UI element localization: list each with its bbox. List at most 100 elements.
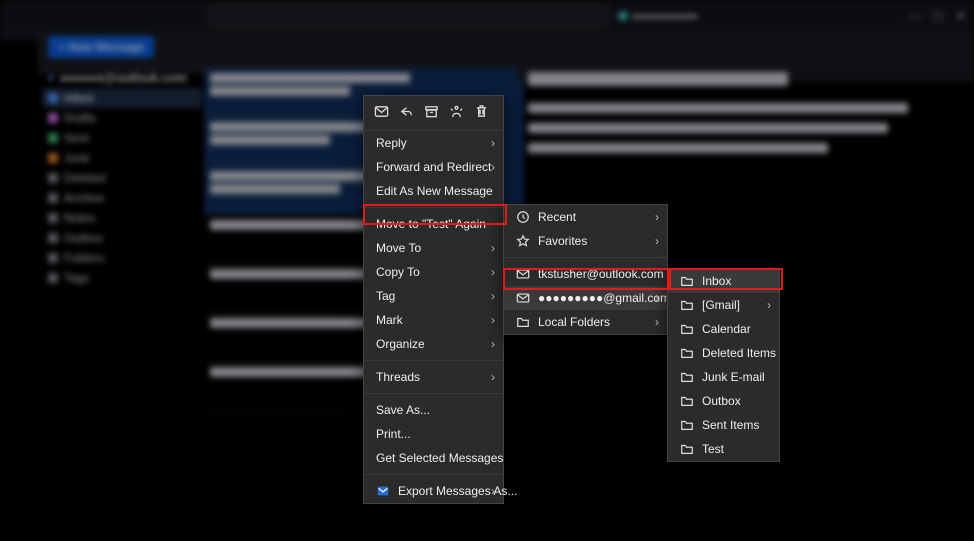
folder-folders[interactable]: Folders	[42, 248, 202, 268]
folder-archive[interactable]: Archive	[42, 188, 202, 208]
menu-item-label: Junk E-mail	[702, 370, 765, 384]
clock-icon	[516, 210, 530, 224]
folder-tags[interactable]: Tags	[42, 268, 202, 288]
avatar-icon	[618, 11, 628, 21]
export-icon	[376, 484, 390, 498]
folder-item--gmail-[interactable]: [Gmail] ›	[668, 293, 779, 317]
folder-item-inbox[interactable]: Inbox	[668, 269, 779, 293]
menu-item-label: Calendar	[702, 322, 751, 336]
menu-item-label: Recent	[538, 210, 576, 224]
account-folders-submenu[interactable]: Inbox [Gmail] › Calendar Deleted Items Junk E…	[667, 268, 780, 462]
ctx-item-move-to-test-again[interactable]: Move to "Test" Again	[364, 212, 503, 236]
menu-item-label: Threads	[376, 370, 420, 384]
menu-item-label: Outbox	[702, 394, 741, 408]
archive-icon[interactable]	[424, 104, 439, 122]
chevron-right-icon: ›	[655, 210, 659, 224]
folder-icon	[516, 315, 530, 329]
ctx-item-print-[interactable]: Print...	[364, 422, 503, 446]
folder-deleted[interactable]: Deleted	[42, 168, 202, 188]
ctx-item-edit-as-new-message[interactable]: Edit As New Message	[364, 179, 503, 203]
chevron-right-icon: ›	[491, 313, 495, 327]
moveto-item--gmail-com[interactable]: ●●●●●●●●●@gmail.com›	[504, 286, 667, 310]
folder-outbox[interactable]: Outbox	[42, 228, 202, 248]
reply-icon[interactable]	[399, 104, 414, 122]
chevron-right-icon: ›	[491, 337, 495, 351]
mail-icon	[516, 291, 530, 305]
menu-item-label: Favorites	[538, 234, 587, 248]
folder-item-sent-items[interactable]: Sent Items	[668, 413, 779, 437]
menu-item-label: Mark	[376, 313, 403, 327]
folder-item-deleted-items[interactable]: Deleted Items	[668, 341, 779, 365]
chevron-right-icon: ›	[491, 370, 495, 384]
ctx-item-get-selected-messages[interactable]: Get Selected Messages	[364, 446, 503, 470]
reading-pane	[518, 62, 974, 82]
folder-drafts[interactable]: Drafts	[42, 108, 202, 128]
folder-icon	[680, 274, 694, 288]
ctx-item-save-as-[interactable]: Save As...	[364, 398, 503, 422]
mark-unread-icon[interactable]	[374, 104, 389, 122]
menu-item-label: Move to "Test" Again	[376, 217, 486, 231]
separator	[364, 360, 503, 361]
menu-item-label: Deleted Items	[702, 346, 776, 360]
chevron-right-icon: ›	[767, 298, 771, 312]
chevron-right-icon: ›	[655, 315, 659, 329]
separator	[364, 474, 503, 475]
separator	[364, 393, 503, 394]
maximize-button[interactable]: ▢	[933, 9, 944, 23]
minimize-button[interactable]: —	[909, 9, 921, 23]
folder-notes[interactable]: Notes	[42, 208, 202, 228]
ctx-item-threads[interactable]: Threads ›	[364, 365, 503, 389]
activity-bar	[0, 32, 38, 40]
moveto-item-recent[interactable]: Recent ›	[504, 205, 667, 229]
close-button[interactable]: ✕	[956, 9, 966, 23]
message-list	[198, 62, 530, 74]
menu-item-label: Print...	[376, 427, 411, 441]
chevron-right-icon: ›	[491, 484, 495, 498]
menu-item-label: Save As...	[376, 403, 430, 417]
folder-item-outbox[interactable]: Outbox	[668, 389, 779, 413]
folder-icon	[680, 442, 694, 456]
folder-icon	[680, 346, 694, 360]
new-message-button[interactable]: + New Message	[48, 36, 154, 58]
ctx-item-copy-to[interactable]: Copy To›	[364, 260, 503, 284]
account-header[interactable]: ▾ ●●●●●●@outlook.com	[42, 68, 202, 88]
ctx-item-mark[interactable]: Mark ›	[364, 308, 503, 332]
ctx-item-organize[interactable]: Organize ›	[364, 332, 503, 356]
menu-item-label: Copy To	[376, 265, 420, 279]
folder-item-junk-e-mail[interactable]: Junk E-mail	[668, 365, 779, 389]
folder-pane: ▾ ●●●●●●@outlook.comInboxDraftsSentJunkD…	[38, 62, 206, 74]
titlebar: ●●●●●●●●● — ▢ ✕	[0, 0, 974, 32]
folder-item-calendar[interactable]: Calendar	[668, 317, 779, 341]
folder-icon	[680, 298, 694, 312]
moveto-submenu[interactable]: Recent › Favorites › tkstusher@outlook.com ●●…	[503, 204, 668, 335]
mail-icon	[516, 267, 530, 281]
folder-item-test[interactable]: Test	[668, 437, 779, 461]
ctx-item-move-to[interactable]: Move To›	[364, 236, 503, 260]
moveto-item-tkstusher-outlook-com[interactable]: tkstusher@outlook.com	[504, 262, 667, 286]
moveto-item-local-folders[interactable]: Local Folders›	[504, 310, 667, 334]
account-menu[interactable]: ●●●●●●●●●	[618, 9, 697, 23]
delete-icon[interactable]	[474, 104, 489, 122]
moveto-item-favorites[interactable]: Favorites ›	[504, 229, 667, 253]
folder-icon	[680, 418, 694, 432]
folder-inbox[interactable]: Inbox	[42, 88, 202, 108]
window-controls: — ▢ ✕	[909, 9, 966, 23]
ctx-item-reply[interactable]: Reply›	[364, 131, 503, 155]
folder-sent[interactable]: Sent	[42, 128, 202, 148]
ctx-item-forward-and-redirect[interactable]: Forward and Redirect›	[364, 155, 503, 179]
context-menu[interactable]: Reply›Forward and Redirect›Edit As New M…	[363, 95, 504, 504]
menu-item-label: Organize	[376, 337, 425, 351]
menu-item-label: Edit As New Message	[376, 184, 493, 198]
menu-item-label: tkstusher@outlook.com	[538, 267, 664, 281]
star-icon	[516, 234, 530, 248]
menu-item-label: Forward and Redirect	[376, 160, 491, 174]
folder-junk[interactable]: Junk	[42, 148, 202, 168]
chevron-right-icon: ›	[655, 234, 659, 248]
context-menu-quick-actions	[364, 96, 503, 131]
separator	[504, 257, 667, 258]
global-search[interactable]	[208, 5, 610, 27]
ctx-item-tag[interactable]: Tag›	[364, 284, 503, 308]
menu-item-label: [Gmail]	[702, 298, 740, 312]
ctx-item-export-messages-as-[interactable]: Export Messages As...›	[364, 479, 503, 503]
junk-icon[interactable]	[449, 104, 464, 122]
